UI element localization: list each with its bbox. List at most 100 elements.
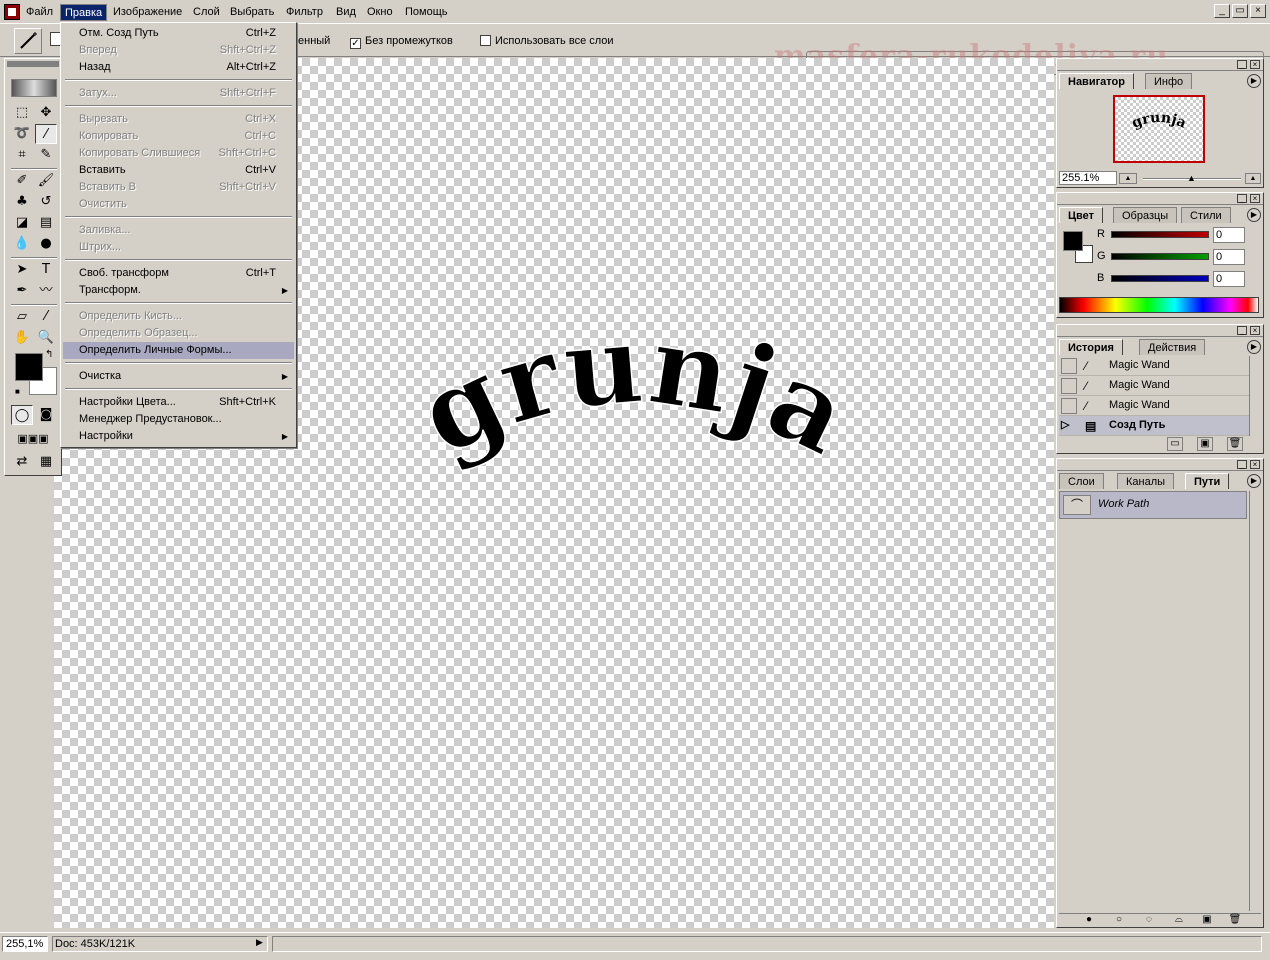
screen-mode-icons[interactable]: ▣▣▣ [11,429,55,449]
palette-close-button[interactable]: × [1250,326,1260,335]
tab-navigator[interactable]: Навигатор [1059,73,1134,89]
gradient-tool-icon[interactable]: ▤ [35,213,57,233]
palette-titlebar[interactable] [1057,59,1263,71]
menu-item-copy-merged[interactable]: Копировать Слившиеся Shft+Ctrl+C [63,145,294,162]
standard-mode-icon[interactable]: ◯ [11,405,33,425]
menu-edit[interactable]: Правка [60,4,108,21]
move-tool-icon[interactable]: ✥ [35,103,57,123]
fill-path-icon[interactable]: ● [1081,914,1097,928]
tab-swatches[interactable]: Образцы [1113,207,1178,223]
blue-value-input[interactable]: 0 [1213,271,1245,287]
palette-minimize-button[interactable]: _ [1237,194,1247,203]
menu-item-define-custom-shape[interactable]: Определить Личные Формы... [63,342,294,359]
tab-actions[interactable]: Действия [1139,339,1206,355]
new-snapshot-icon[interactable]: ▣ [1197,437,1213,451]
palette-menu-button[interactable]: ▶ [1247,208,1261,222]
path-row-work-path[interactable]: ⌒ Work Path [1059,491,1247,519]
make-work-path-icon[interactable]: ⌓ [1171,914,1187,928]
menu-item-color-settings[interactable]: Настройки Цвета... Shft+Ctrl+K [63,394,294,411]
palette-menu-button[interactable]: ▶ [1247,340,1261,354]
palette-menu-button[interactable]: ▶ [1247,474,1261,488]
navigator-zoom-field[interactable]: 255.1% [1059,171,1117,185]
tab-layers[interactable]: Слои [1059,473,1104,489]
menu-item-preset-manager[interactable]: Менеджер Предустановок... [63,411,294,428]
red-value-input[interactable]: 0 [1213,227,1245,243]
palette-close-button[interactable]: × [1250,460,1260,469]
menu-layer[interactable]: Слой [189,4,224,21]
foreground-color-swatch[interactable] [15,353,43,381]
contiguous-option[interactable]: ✓ Без промежутков [350,34,453,49]
history-scrollbar[interactable] [1249,356,1261,436]
minimize-button[interactable]: _ [1214,4,1230,18]
menu-item-paste[interactable]: Вставить Ctrl+V [63,162,294,179]
swap-colors-icon[interactable]: ↰ [45,349,53,360]
color-spectrum-bar[interactable] [1059,297,1259,313]
dodge-tool-icon[interactable]: ● [35,234,57,254]
menu-item-preferences[interactable]: Настройки ▶ [63,428,294,445]
clone-stamp-icon[interactable]: ♣ [11,192,33,212]
status-zoom-field[interactable]: 255,1% [2,936,48,952]
zoom-tool-icon[interactable]: 🔍 [35,328,57,348]
blur-tool-icon[interactable]: 💧 [11,234,33,254]
red-slider[interactable] [1111,231,1209,238]
eraser-tool-icon[interactable]: ◪ [11,213,33,233]
trash-icon[interactable]: 🗑 [1227,437,1243,451]
paths-scrollbar[interactable] [1249,491,1261,911]
jump-to-imageready-icon[interactable]: ⇄ [11,452,33,472]
history-snapshot-toggle[interactable] [1061,358,1077,374]
menu-filter[interactable]: Фильтр [282,4,327,21]
eyedropper-tool-icon[interactable]: ⁄ [35,307,57,327]
stroke-path-icon[interactable]: ○ [1111,914,1127,928]
palette-minimize-button[interactable]: _ [1237,60,1247,69]
status-menu-arrow-icon[interactable]: ▶ [256,937,263,948]
history-item[interactable]: ⁄ Magic Wand [1059,396,1249,416]
zoom-slider-thumb[interactable]: ▲ [1187,173,1196,183]
contiguous-checkbox[interactable]: ✓ [350,38,361,49]
history-brush-icon[interactable]: ↺ [35,192,57,212]
app-icon[interactable] [4,4,20,20]
palette-menu-button[interactable]: ▶ [1247,74,1261,88]
type-tool-icon[interactable]: T [35,260,57,280]
brush-tool-icon[interactable]: 🖌 [35,171,57,191]
hand-tool-icon[interactable]: ✋ [11,328,33,348]
green-value-input[interactable]: 0 [1213,249,1245,265]
menu-item-fill[interactable]: Заливка... [63,222,294,239]
healing-brush-icon[interactable]: ✐ [11,171,33,191]
history-item[interactable]: ⁄ Magic Wand [1059,376,1249,396]
menu-item-paste-into[interactable]: Вставить В Shft+Ctrl+V [63,179,294,196]
menu-item-transform[interactable]: Трансформ. ▶ [63,282,294,299]
menu-item-define-brush[interactable]: Определить Кисть... [63,308,294,325]
menu-item-cut[interactable]: Вырезать Ctrl+X [63,111,294,128]
lasso-tool-icon[interactable]: ➰ [11,124,33,144]
menu-item-fade[interactable]: Затух... Shft+Ctrl+F [63,85,294,102]
jump-icon-2[interactable]: ▦ [35,452,57,472]
all-layers-option[interactable]: Использовать все слои [480,34,614,48]
tab-channels[interactable]: Каналы [1117,473,1175,489]
tab-styles[interactable]: Стили [1181,207,1231,223]
menu-item-step-forward[interactable]: Вперед Shft+Ctrl+Z [63,42,294,59]
tab-paths[interactable]: Пути [1185,473,1230,489]
palette-titlebar[interactable] [1057,459,1263,471]
tool-preset-picker[interactable] [14,28,42,54]
tab-color[interactable]: Цвет [1059,207,1104,223]
menu-view[interactable]: Вид [332,4,360,21]
palette-minimize-button[interactable]: _ [1237,460,1247,469]
tab-info[interactable]: Инфо [1145,73,1193,89]
load-path-as-selection-icon[interactable]: ◌ [1141,914,1157,928]
menu-select[interactable]: Выбрать [226,4,278,21]
quick-mask-mode-icon[interactable]: ◙ [35,405,57,425]
magic-wand-tool-icon[interactable]: ⁄ [35,124,57,144]
menu-item-undo[interactable]: Отм. Созд Путь Ctrl+Z [63,25,294,42]
menu-window[interactable]: Окно [363,4,397,21]
default-colors-icon[interactable]: ■ [15,387,20,396]
menu-item-step-backward[interactable]: Назад Alt+Ctrl+Z [63,59,294,76]
crop-tool-icon[interactable]: ⌗ [11,145,33,165]
menu-item-free-transform[interactable]: Своб. трансформ Ctrl+T [63,265,294,282]
history-snapshot-toggle[interactable] [1061,378,1077,394]
toolbox-titlebar[interactable] [7,61,59,67]
palette-close-button[interactable]: × [1250,60,1260,69]
zoom-out-icon[interactable]: ▲ [1119,173,1137,184]
history-snapshot-toggle[interactable] [1061,398,1077,414]
menu-item-purge[interactable]: Очистка ▶ [63,368,294,385]
green-slider[interactable] [1111,253,1209,260]
